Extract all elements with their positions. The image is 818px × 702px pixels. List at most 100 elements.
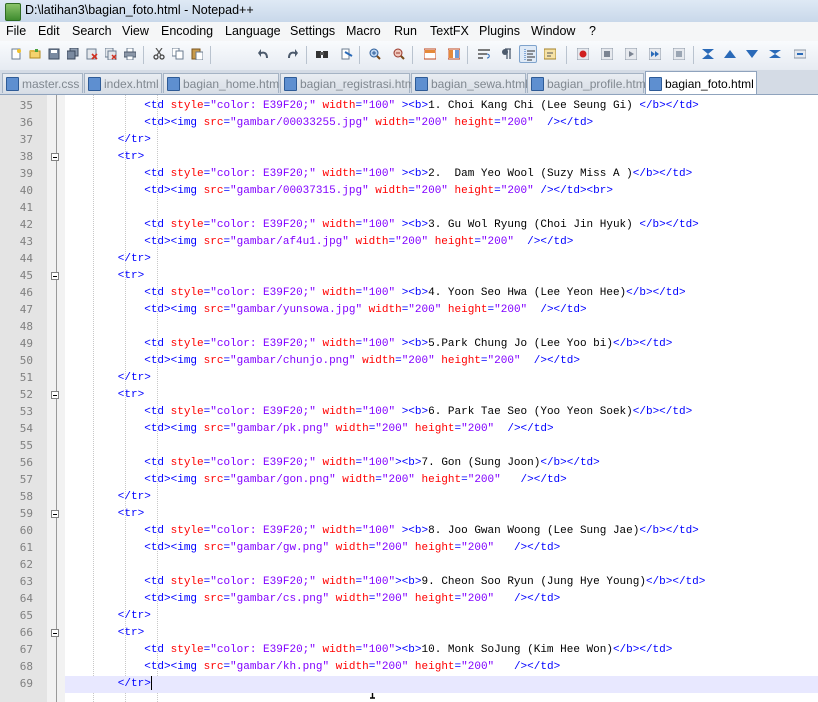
redo-icon[interactable] (283, 45, 301, 63)
word-wrap-icon[interactable] (475, 45, 493, 63)
code-token: "gambar/kh.png" (230, 661, 330, 673)
tab-bagian-registrasi[interactable]: bagian_registrasi.html (280, 73, 417, 93)
code-line[interactable]: <td><img src="gambar/gw.png" width="200"… (65, 540, 818, 557)
code-line[interactable]: <td><img src = "gambar/00033255.jpg" width… (65, 115, 818, 132)
code-line[interactable] (65, 438, 818, 455)
mark-icon[interactable] (699, 45, 717, 63)
code-line[interactable]: <td><img src="gambar/yunsowa.jpg" width=… (65, 302, 818, 319)
menu-plugins[interactable]: Plugins (479, 24, 520, 38)
open-file-icon[interactable] (26, 45, 44, 63)
record-macro-icon[interactable] (574, 45, 592, 63)
code-line[interactable]: <td style="color: E39F20;" width="100" >… (65, 217, 818, 234)
menu-language[interactable]: Language (225, 24, 281, 38)
code-line[interactable]: <tr> (65, 268, 818, 285)
code-line[interactable]: <tr> (65, 506, 818, 523)
code-line[interactable] (65, 200, 818, 217)
fold-toggle-icon[interactable] (51, 629, 59, 637)
menu-window[interactable]: Window (531, 24, 575, 38)
code-line[interactable]: <td style="color: E39F20;" width="100" >… (65, 523, 818, 540)
cut-icon[interactable] (150, 45, 168, 63)
play-macro-icon[interactable] (622, 45, 640, 63)
close-all-icon[interactable] (102, 45, 120, 63)
play-multiple-icon[interactable] (646, 45, 664, 63)
code-line[interactable]: <tr> (65, 625, 818, 642)
run-icon[interactable] (791, 45, 809, 63)
code-line[interactable]: <tr> (65, 149, 818, 166)
zoom-in-icon[interactable] (366, 45, 384, 63)
code-line[interactable]: <td><img src="gambar/chunjo.png" width="… (65, 353, 818, 370)
menu-edit[interactable]: Edit (38, 24, 60, 38)
code-line[interactable]: <td><img src = "gambar/00037315.jpg" width… (65, 183, 818, 200)
stop-record-icon[interactable] (598, 45, 616, 63)
code-line[interactable]: </tr> (65, 251, 818, 268)
code-line[interactable]: </tr> (65, 132, 818, 149)
tab-bagian-home[interactable]: bagian_home.html (163, 73, 282, 93)
code-line[interactable]: <td style="color: E39F20;" width="100" >… (65, 98, 818, 115)
code-line[interactable]: <td style="color: E39F20;" width="100"><… (65, 642, 818, 659)
tab-index-html[interactable]: index.html (84, 73, 162, 93)
code-line[interactable]: <td><img src="gambar/cs.png" width="200"… (65, 591, 818, 608)
code-token: <td><img (65, 236, 204, 248)
code-line[interactable]: <td><img src="gambar/kh.png" width="200"… (65, 659, 818, 676)
menu-macro[interactable]: Macro (346, 24, 381, 38)
menu-help[interactable]: ? (589, 24, 596, 38)
save-all-icon[interactable] (64, 45, 82, 63)
fold-toggle-icon[interactable] (51, 510, 59, 518)
code-line[interactable]: <td><img src="gambar/gon.png" width="200… (65, 472, 818, 489)
next-icon[interactable] (743, 45, 761, 63)
code-line[interactable]: </tr> (65, 608, 818, 625)
menu-search[interactable]: Search (72, 24, 112, 38)
fold-toggle-icon[interactable] (51, 272, 59, 280)
menu-view[interactable]: View (122, 24, 149, 38)
code-line[interactable]: </tr> (65, 676, 818, 693)
tab-bagian-sewa[interactable]: bagian_sewa.html (411, 73, 528, 93)
menu-textfx[interactable]: TextFX (430, 24, 469, 38)
save-icon[interactable] (45, 45, 63, 63)
code-editor[interactable]: 35 <td style="color: E39F20;" width="100… (0, 95, 818, 702)
code-line[interactable]: <td style="color: E39F20;" width="100" >… (65, 285, 818, 302)
prev-icon[interactable] (721, 45, 739, 63)
copy-icon[interactable] (169, 45, 187, 63)
bookmark-icon[interactable] (766, 45, 784, 63)
code-line[interactable]: <td><img src="gambar/af4u1.jpg" width="2… (65, 234, 818, 251)
code-line[interactable]: <tr> (65, 387, 818, 404)
sync-horizontal-icon[interactable] (445, 45, 463, 63)
code-line[interactable]: <td style="color: E39F20;" width="100" >… (65, 166, 818, 183)
tab-master-css[interactable]: master.css (2, 73, 83, 93)
code-line[interactable]: <td><img src="gambar/pk.png" width="200"… (65, 421, 818, 438)
menu-settings[interactable]: Settings (290, 24, 335, 38)
code-line[interactable]: <td style="color: E39F20;" width="100" >… (65, 336, 818, 353)
close-icon[interactable] (83, 45, 101, 63)
code-line[interactable]: </tr> (65, 489, 818, 506)
line-number: 47 (19, 303, 33, 316)
code-line[interactable]: <td style="color: E39F20;" width="100"><… (65, 455, 818, 472)
fold-toggle-icon[interactable] (51, 391, 59, 399)
menu-run[interactable]: Run (394, 24, 417, 38)
print-icon[interactable] (121, 45, 139, 63)
find-icon[interactable] (313, 45, 331, 63)
code-token: height (434, 355, 481, 367)
code-line[interactable] (65, 557, 818, 574)
code-line[interactable]: <td style="color: E39F20;" width="100" >… (65, 404, 818, 421)
zoom-out-icon[interactable] (390, 45, 408, 63)
indent-guide-icon[interactable] (519, 45, 537, 63)
tab-bagian-profile[interactable]: bagian_profile.html (527, 73, 648, 93)
code-line[interactable]: </tr> (65, 370, 818, 387)
code-line[interactable]: <td style="color: E39F20;" width="100"><… (65, 574, 818, 591)
undo-icon[interactable] (255, 45, 273, 63)
show-all-chars-icon[interactable] (497, 45, 515, 63)
fold-toggle-icon[interactable] (51, 153, 59, 161)
code-token: "gambar/00037315.jpg" (230, 185, 369, 197)
code-line[interactable] (65, 319, 818, 336)
sync-vertical-icon[interactable] (421, 45, 439, 63)
paste-icon[interactable] (188, 45, 206, 63)
menu-file[interactable]: File (6, 24, 26, 38)
replace-icon[interactable] (338, 45, 356, 63)
user-language-icon[interactable] (541, 45, 559, 63)
menu-encoding[interactable]: Encoding (161, 24, 213, 38)
tab-bagian-foto[interactable]: bagian_foto.html (645, 71, 757, 94)
new-file-icon[interactable] (7, 45, 25, 63)
save-macro-icon[interactable] (670, 45, 688, 63)
code-token: "color: E39F20;" (210, 406, 316, 418)
line-number: 53 (19, 405, 33, 418)
